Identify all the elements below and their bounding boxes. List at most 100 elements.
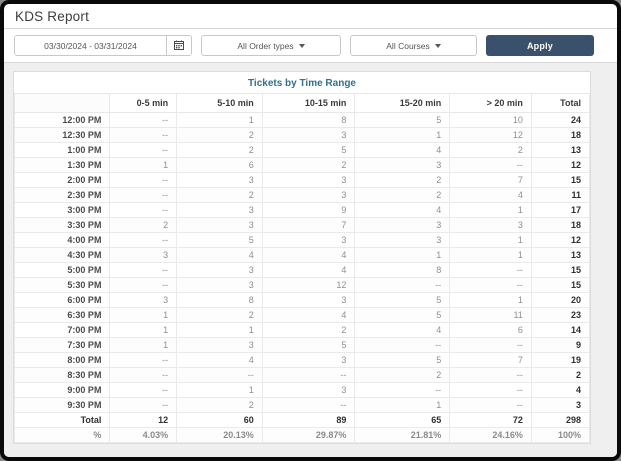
cell-value: 3 (261, 232, 356, 248)
cell-value: 20 (530, 292, 591, 308)
cell-value: 298 (530, 412, 591, 428)
row-label: 6:00 PM (13, 292, 111, 308)
table-row: 7:30 PM 1 3 5 -- -- 9 (13, 337, 591, 353)
cell-value: 1 (176, 322, 263, 338)
table-header-row: 0-5 min 5-10 min 10-15 min 15-20 min > 20 mi… (13, 93, 591, 113)
cell-value: -- (109, 382, 178, 398)
cell-value: 12 (530, 232, 591, 248)
page-title: KDS Report (15, 9, 90, 24)
cell-value: -- (109, 367, 178, 383)
table-row: 3:30 PM 2 3 7 3 3 18 (13, 217, 591, 233)
cell-value: -- (449, 337, 532, 353)
row-label: 4:30 PM (13, 247, 111, 263)
cell-value: -- (449, 157, 532, 173)
cell-value: 3 (354, 232, 451, 248)
report-content: Tickets by Time Range 0-5 min 5-10 min 10-… (4, 63, 617, 457)
table-row: 5:00 PM -- 3 4 8 -- 15 (13, 262, 591, 278)
cell-value: -- (109, 202, 178, 218)
cell-value: -- (449, 277, 532, 293)
cell-value: -- (109, 172, 178, 188)
courses-dropdown[interactable]: All Courses (350, 35, 477, 56)
order-types-label: All Order types (237, 40, 294, 51)
cell-value: 1 (176, 382, 263, 398)
table-row: 12:30 PM -- 2 3 1 12 18 (13, 127, 591, 143)
cell-value: 3 (176, 262, 263, 278)
cell-value: 21.81% (354, 427, 451, 443)
cell-value: 2 (176, 187, 263, 203)
row-label: 2:00 PM (13, 172, 111, 188)
cell-value: 72 (449, 412, 532, 428)
cell-value: -- (261, 367, 356, 383)
cell-value: 3 (261, 382, 356, 398)
calendar-button[interactable] (166, 36, 191, 55)
table-row: 6:00 PM 3 8 3 5 1 20 (13, 292, 591, 308)
cell-value: 1 (354, 397, 451, 413)
cell-value: 3 (176, 277, 263, 293)
cell-value: 23 (530, 307, 591, 323)
cell-value: 8 (354, 262, 451, 278)
column-header-blank (13, 93, 111, 113)
order-types-dropdown[interactable]: All Order types (201, 35, 341, 56)
cell-value: 89 (261, 412, 356, 428)
cell-value: 2 (176, 307, 263, 323)
filter-toolbar: All Order types All Courses Apply (4, 29, 617, 63)
cell-value: -- (449, 262, 532, 278)
cell-value: 18 (530, 127, 591, 143)
cell-value: 4 (449, 187, 532, 203)
cell-value: 15 (530, 277, 591, 293)
table-row: 8:30 PM -- -- -- 2 -- 2 (13, 367, 591, 383)
apply-button[interactable]: Apply (486, 35, 594, 56)
cell-value: 3 (176, 202, 263, 218)
report-title: Tickets by Time Range (247, 78, 356, 89)
row-label: 3:30 PM (13, 217, 111, 233)
table-row: 4:00 PM -- 5 3 3 1 12 (13, 232, 591, 248)
cell-value: 2 (530, 367, 591, 383)
cell-value: 4 (176, 352, 263, 368)
chevron-down-icon (434, 43, 441, 48)
cell-value: 6 (449, 322, 532, 338)
cell-value: -- (109, 277, 178, 293)
cell-value: 4 (261, 262, 356, 278)
cell-value: 2 (109, 217, 178, 233)
cell-value: -- (354, 337, 451, 353)
cell-value: -- (354, 382, 451, 398)
date-range-input[interactable] (15, 36, 166, 55)
cell-value: 5 (354, 112, 451, 128)
total-row: Total 12 60 89 65 72 298 (13, 412, 591, 428)
cell-value: -- (109, 262, 178, 278)
column-header: Total (530, 93, 591, 113)
table-row: 9:30 PM -- 2 -- 1 -- 3 (13, 397, 591, 413)
cell-value: 3 (109, 247, 178, 263)
cell-value: 4 (530, 382, 591, 398)
row-label: 12:30 PM (13, 127, 111, 143)
row-label: 2:30 PM (13, 187, 111, 203)
cell-value: 24.16% (449, 427, 532, 443)
cell-value: 4 (261, 307, 356, 323)
cell-value: 4 (261, 247, 356, 263)
cell-value: 2 (176, 127, 263, 143)
row-label: 1:00 PM (13, 142, 111, 158)
row-label: 7:00 PM (13, 322, 111, 338)
cell-value: 3 (261, 187, 356, 203)
cell-value: 2 (261, 322, 356, 338)
cell-value: 2 (354, 367, 451, 383)
row-label: Total (13, 412, 111, 428)
cell-value: 1 (354, 127, 451, 143)
cell-value: 3 (261, 352, 356, 368)
cell-value: 3 (109, 292, 178, 308)
cell-value: -- (109, 127, 178, 143)
row-label: 9:30 PM (13, 397, 111, 413)
table-row: 1:30 PM 1 6 2 3 -- 12 (13, 157, 591, 173)
cell-value: 65 (354, 412, 451, 428)
table-row: 8:00 PM -- 4 3 5 7 19 (13, 352, 591, 368)
cell-value: 10 (449, 112, 532, 128)
cell-value: -- (109, 397, 178, 413)
table-row: 7:00 PM 1 1 2 4 6 14 (13, 322, 591, 338)
cell-value: 3 (261, 292, 356, 308)
table-row: 5:30 PM -- 3 12 -- -- 15 (13, 277, 591, 293)
row-label: 8:00 PM (13, 352, 111, 368)
cell-value: -- (176, 367, 263, 383)
cell-value: 1 (176, 112, 263, 128)
table-row: 1:00 PM -- 2 5 4 2 13 (13, 142, 591, 158)
column-header: 5-10 min (176, 93, 263, 113)
